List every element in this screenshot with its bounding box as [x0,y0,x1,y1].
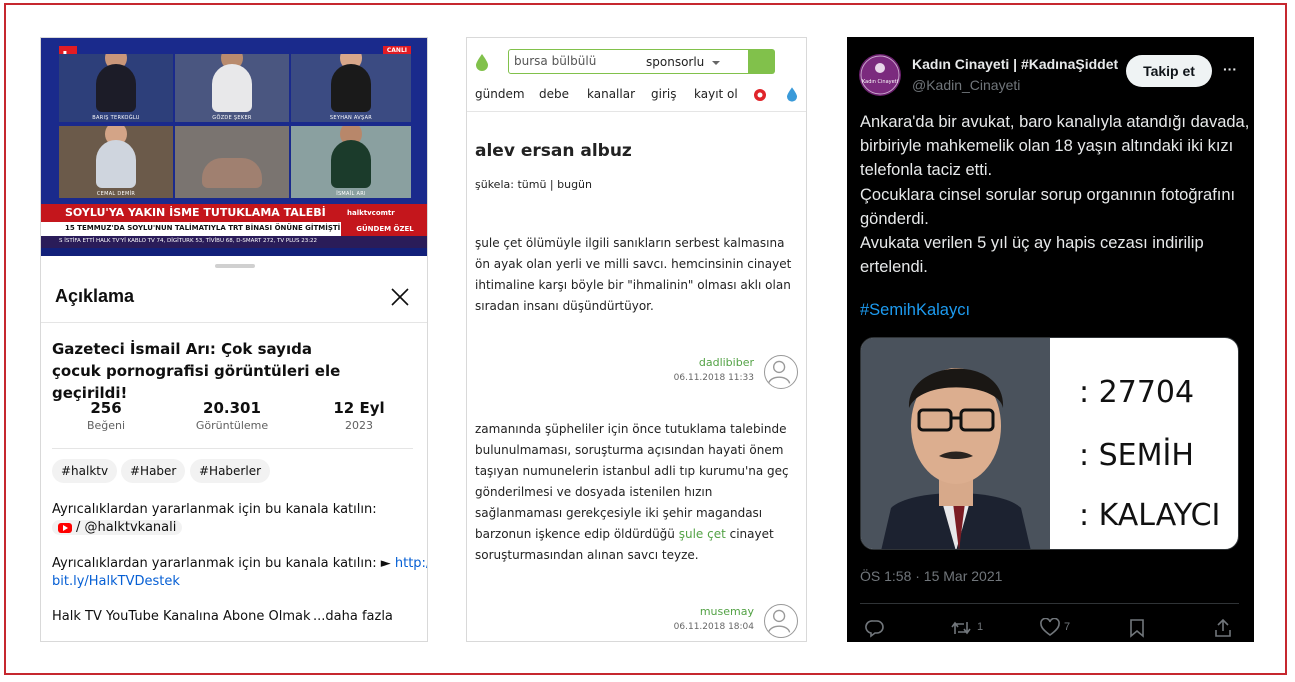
divider [52,448,413,449]
description-line-3: Ayrıcalıklardan yararlanmak için bu kana… [52,554,427,573]
drag-handle[interactable] [215,264,255,268]
record-icon[interactable] [753,88,767,102]
nav-debe[interactable]: debe [539,87,569,101]
nav-kanallar[interactable]: kanallar [587,87,635,101]
video-cell-3: SEYHAN AVŞAR [291,54,411,122]
theme-drop-icon[interactable] [787,87,797,102]
destek-link-cont[interactable]: bit.ly/HalkTVDestek [52,572,180,591]
follow-button[interactable]: Takip et [1126,55,1212,87]
hashtag-haberler[interactable]: #Haberler [190,459,271,483]
share-icon[interactable] [1213,618,1233,638]
description-line-5: Halk TV YouTube Kanalına Abone Olmak İç [52,609,314,624]
entry-2-author[interactable]: musemay [674,605,754,618]
user-handle[interactable]: @Kadin_Cinayeti [912,77,1020,93]
entry-2-link[interactable]: şule çet [679,527,726,541]
topic-title[interactable]: alev ersan albuz [475,141,632,161]
video-cell-5 [175,126,289,198]
tweet-timestamp[interactable]: ÖS 1:58 · 15 Mar 2021 [860,568,1002,584]
user-avatar-icon[interactable] [764,355,798,389]
close-icon[interactable] [389,286,411,308]
entry-2: zamanında şüpheliler için önce tutuklama… [475,422,789,562]
sukela-filter[interactable]: şükela: tümü | bugün [475,178,592,191]
description-line-2: / @halktvkanali [52,518,183,537]
banner-brand: halktvcomtr [347,209,395,217]
search-input[interactable] [514,54,634,68]
tweet-panel: Kadın Cinayeti Kadın Cinayeti | #KadınaŞ… [847,37,1254,642]
stat-likes: 256 Beğeni [86,399,126,432]
news-banner: SOYLU'YA YAKIN İSME TUTUKLAMA TALEBİ hal… [41,204,427,222]
banner-headline: SOYLU'YA YAKIN İSME TUTUKLAMA TALEBİ [65,206,326,219]
header-divider [467,111,806,112]
hashtag-haber[interactable]: #Haber [121,459,186,483]
user-avatar-icon[interactable] [764,604,798,638]
destek-link[interactable]: http:// [395,556,427,571]
nav-gundem[interactable]: gündem [475,87,525,101]
tweet-hashtag[interactable]: #SemihKalaycı [860,301,970,320]
reply-icon[interactable] [865,618,885,638]
stat-date: 12 Eyl 2023 [333,399,385,432]
entry-2-date[interactable]: 06.11.2018 18:04 [674,622,754,632]
eksi-logo-icon[interactable] [476,54,488,71]
tweet-text-body: Ankara'da bir avukat, baro kanalıyla ata… [860,113,1250,277]
video-cell-6: İSMAİL ARI [291,126,411,198]
video-cell-4: CEMAL DEMİR [59,126,173,198]
retweet-count: 1 [977,621,984,633]
media-text-first-name: : SEMİH [1079,438,1194,473]
tweet-text: Ankara'da bir avukat, baro kanalıyla ata… [860,110,1250,279]
nav-giris[interactable]: giriş [651,87,676,101]
entry-1-meta: dadlibiber 06.11.2018 11:33 [674,356,754,383]
media-text-last-name: : KALAYCI [1079,498,1221,533]
divider [860,603,1239,604]
more-options-icon[interactable]: ··· [1223,61,1237,77]
tweet-media[interactable]: : 27704 : SEMİH : KALAYCI [860,337,1239,550]
search-box: sponsorlu [508,49,749,74]
like-count: 7 [1064,621,1071,633]
entry-1-author[interactable]: dadlibiber [674,356,754,369]
nav-kayit-ol[interactable]: kayıt ol [694,87,738,101]
video-title: Gazeteci İsmail Arı: Çok sayıda çocuk po… [52,340,341,402]
program-label: GÜNDEM ÖZEL [341,222,427,236]
avatar-logo-text: Kadın Cinayeti [862,79,898,85]
video-cell-1: BARIŞ TERKOĞLU [59,54,173,122]
bookmark-icon[interactable] [1128,618,1146,638]
search-button[interactable] [749,49,775,74]
description-sheet: Açıklama Gazeteci İsmail Arı: Çok sayıda… [41,256,427,641]
youtube-icon [58,522,72,533]
display-name[interactable]: Kadın Cinayeti | #KadınaŞiddet [912,56,1120,72]
channel-chip[interactable]: / @halktvkanali [52,520,183,535]
like-icon[interactable] [1040,618,1060,638]
divider [41,322,427,323]
entry-1-date[interactable]: 06.11.2018 11:33 [674,373,754,383]
description-line-1: Ayrıcalıklardan yararlanmak için bu kana… [52,502,377,517]
video-cell-2: GÖZDE ŞEKER [175,54,289,122]
stat-views: 20.301 Görüntüleme [195,399,269,432]
eksisozluk-panel: sponsorlu gündem debe kanallar giriş kay… [466,37,807,642]
search-scope-select[interactable]: sponsorlu [646,55,720,69]
entry-2-meta: musemay 06.11.2018 18:04 [674,605,754,632]
hashtag-halktv[interactable]: #halktv [52,459,118,483]
more-link[interactable]: ...daha fazla [313,607,393,626]
youtube-description-panel: h CANLI BARIŞ TERKOĞLU GÖZDE ŞEKER SEYHA… [40,37,428,642]
video-player[interactable]: h CANLI BARIŞ TERKOĞLU GÖZDE ŞEKER SEYHA… [41,38,427,256]
retweet-icon[interactable] [950,618,972,638]
news-ticker: S İSTİFA ETTİ HALK TV'Yİ KABLO TV 74, Dİ… [41,236,427,248]
profile-avatar[interactable]: Kadın Cinayeti [859,54,901,96]
news-subtitle: 15 TEMMUZ'DA SOYLU'NUN TALİMATIYLA TRT B… [41,222,341,236]
media-text-number: : 27704 [1079,375,1195,410]
portrait-photo [861,338,1050,549]
sheet-title: Açıklama [55,286,135,306]
entry-1: şule çet ölümüyle ilgili sanıkların serb… [475,236,792,313]
